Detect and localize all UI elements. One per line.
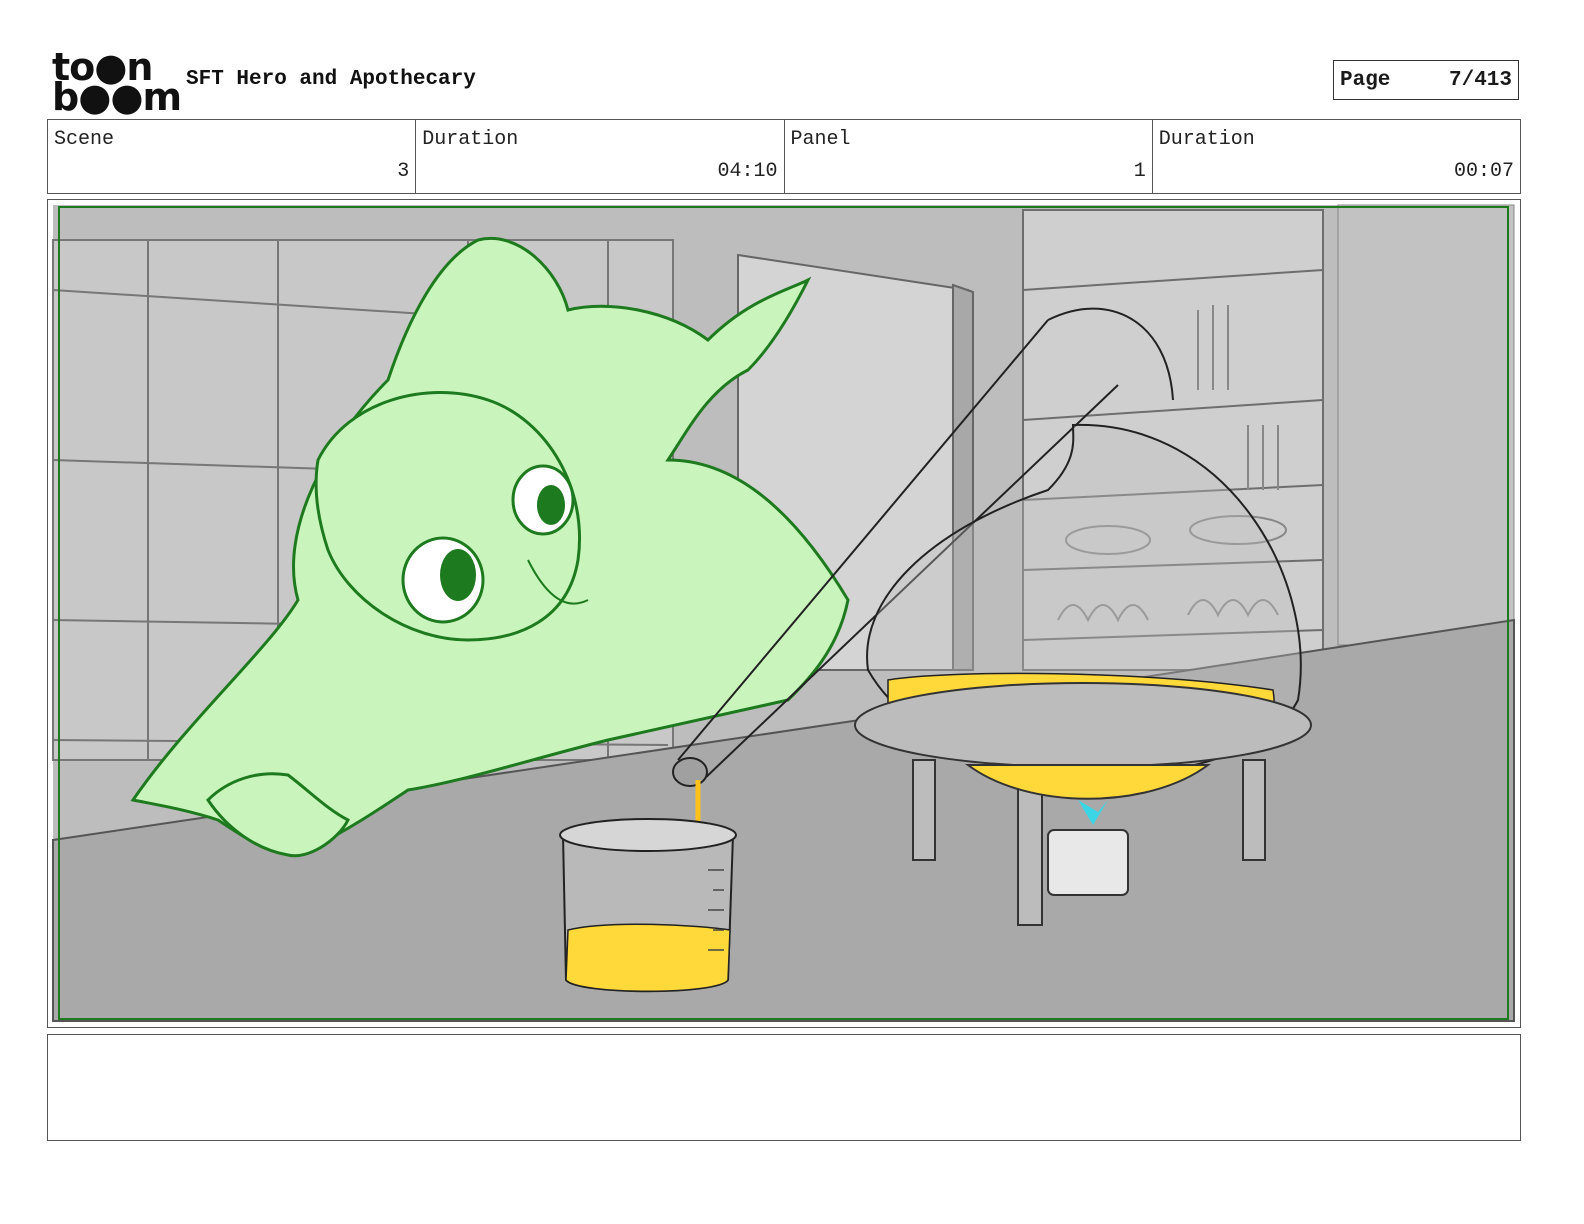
panel-cell: Panel 1 <box>785 120 1153 193</box>
scene-info-row: Scene 3 Duration 04:10 Panel 1 Duration … <box>47 119 1521 194</box>
caption-box <box>47 1034 1521 1141</box>
beaker <box>559 818 737 993</box>
right-wall <box>1337 204 1515 646</box>
panel-drawing <box>52 204 1515 1022</box>
logo-line-bottom: b●●m <box>52 75 182 119</box>
scene-duration-label: Duration <box>422 128 519 151</box>
project-title: SFT Hero and Apothecary <box>186 68 476 91</box>
panel-value: 1 <box>1133 160 1146 183</box>
scene-duration-value: 04:10 <box>717 160 778 183</box>
panel-label: Panel <box>790 128 851 151</box>
storyboard-panel <box>47 199 1521 1028</box>
toonboom-logo: to●n b●●m <box>52 48 182 116</box>
panel-duration-value: 00:07 <box>1453 160 1514 183</box>
character-right-pupil <box>537 485 565 525</box>
page-number: 7/413 <box>1448 69 1512 92</box>
panel-duration-cell: Duration 00:07 <box>1153 120 1520 193</box>
character-left-pupil <box>440 549 476 601</box>
scene-value: 3 <box>397 160 410 183</box>
page-label: Page <box>1340 69 1391 92</box>
scene-duration-cell: Duration 04:10 <box>416 120 785 193</box>
scene-label: Scene <box>54 128 115 151</box>
beaker-liquid <box>565 923 731 992</box>
page-indicator: Page 7/413 <box>1333 60 1519 100</box>
panel-duration-label: Duration <box>1158 128 1255 151</box>
scene-cell: Scene 3 <box>48 120 417 193</box>
